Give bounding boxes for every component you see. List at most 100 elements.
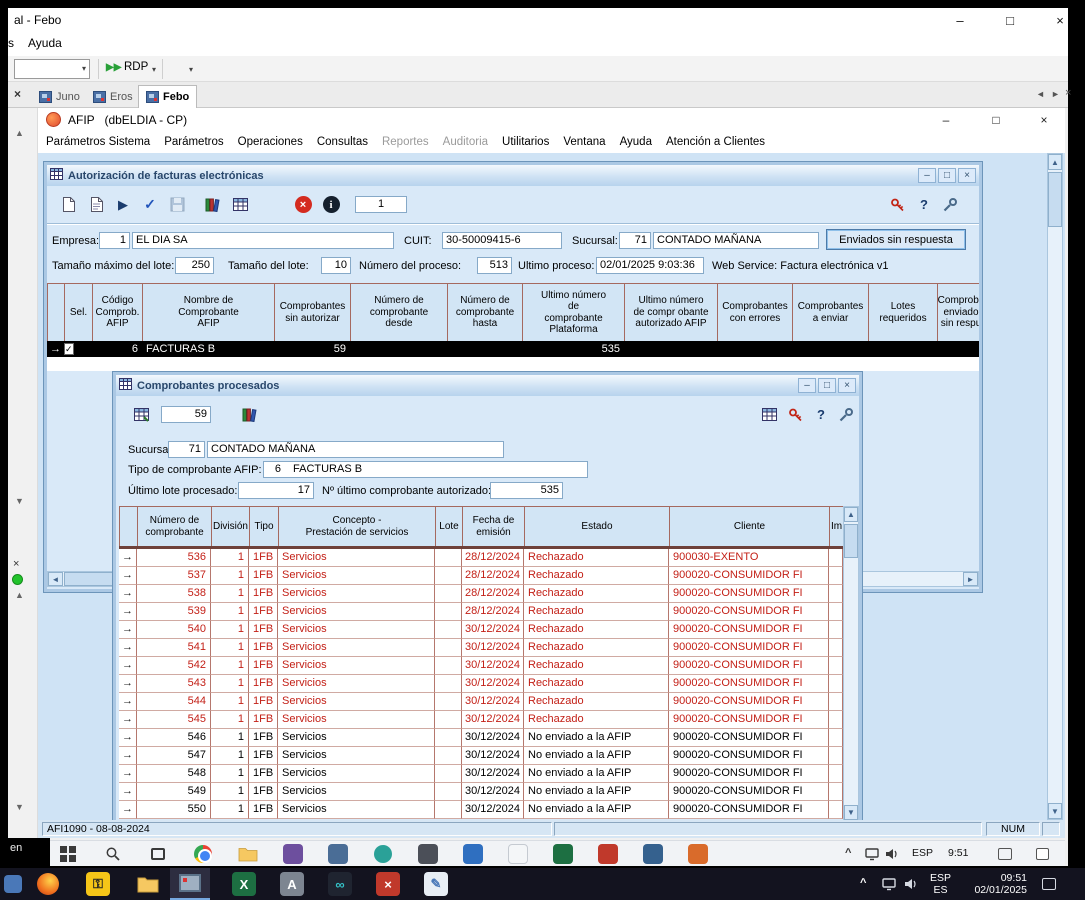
mdi-vertical-scrollbar[interactable]: ▲ ▼ [1047, 153, 1063, 820]
scroll-down-icon[interactable]: ▼ [15, 496, 24, 506]
rdp-button[interactable]: RDP [124, 61, 148, 73]
column-header[interactable]: Lote [436, 507, 463, 547]
menu-utilitarios[interactable]: Utilitarios [502, 136, 549, 148]
ultimo-proceso-field[interactable]: 02/01/2025 9:03:36 [596, 257, 704, 274]
connection-combobox[interactable]: ▾ [14, 59, 90, 79]
panel-close-icon[interactable]: × [13, 558, 19, 570]
remote-language-indicator[interactable]: ESP [912, 847, 933, 859]
tamano-maximo-field[interactable]: 250 [175, 257, 214, 274]
file-explorer-icon[interactable] [238, 844, 258, 864]
tab-eros[interactable]: Eros [86, 85, 140, 108]
ultimo-autorizado-field[interactable]: 535 [490, 482, 563, 499]
table-row[interactable]: → 548 1 1FB Servicios 30/12/2024 No envi… [119, 765, 843, 783]
properties-icon[interactable] [83, 192, 109, 217]
scrollbar-thumb[interactable] [1048, 172, 1062, 227]
firefox-icon[interactable] [36, 872, 60, 896]
start-button[interactable] [58, 844, 78, 864]
tools-icon[interactable] [833, 402, 859, 427]
taskbar-app-icon-green[interactable] [553, 844, 573, 864]
gray-app-icon[interactable]: A [280, 872, 304, 896]
table-row[interactable]: → 539 1 1FB Servicios 28/12/2024 Rechaza… [119, 603, 843, 621]
column-header[interactable]: Comprobantes a enviar [793, 284, 869, 342]
cuit-field[interactable]: 30-50009415-6 [442, 232, 562, 249]
menu-consultas[interactable]: Consultas [317, 136, 368, 148]
tamano-lote-field[interactable]: 10 [321, 257, 351, 274]
scroll-up-icon[interactable]: ▲ [15, 128, 24, 138]
new-document-icon[interactable] [55, 192, 81, 217]
menu-ventana[interactable]: Ventana [563, 136, 605, 148]
menu-parametros-sistema[interactable]: Parámetros Sistema [46, 136, 150, 148]
table-row[interactable]: → 536 1 1FB Servicios 28/12/2024 Rechaza… [119, 549, 843, 567]
scroll-up-icon[interactable]: ▲ [844, 507, 858, 522]
clock-tray[interactable]: 09:5102/01/2025 [955, 872, 1027, 896]
column-header[interactable]: Número de comprobante desde [351, 284, 448, 342]
excel-icon[interactable]: X [232, 872, 256, 896]
scrollbar-thumb[interactable] [844, 524, 858, 558]
column-header[interactable]: Nombre de Comprobante AFIP [143, 284, 275, 342]
records-counter-field[interactable]: 59 [161, 406, 211, 423]
grid-export-icon[interactable] [227, 192, 253, 217]
auth-selected-row[interactable]: → ✓ 6 FACTURAS B 59 535 [47, 341, 982, 357]
books-report-icon[interactable] [236, 402, 262, 427]
scroll-up-icon[interactable]: ▲ [15, 590, 24, 600]
mremoteng-active-tile[interactable] [170, 868, 210, 900]
action-center-icon[interactable] [1032, 844, 1052, 864]
scroll-down-icon[interactable]: ▼ [844, 805, 858, 820]
taskbar-app-icon-dark[interactable] [418, 844, 438, 864]
column-header[interactable]: Número de comprobante [138, 507, 212, 547]
column-header[interactable]: Número de comprobante hasta [448, 284, 523, 342]
globe-dropdown-icon[interactable]: ▾ [189, 65, 193, 74]
host-maximize-button[interactable]: □ [988, 9, 1032, 31]
yellow-app-icon[interactable]: ⚿ [86, 872, 110, 896]
scroll-right-icon[interactable]: ► [963, 572, 978, 586]
close-panel-icon[interactable]: × [14, 87, 21, 101]
host-menu-partial[interactable]: s [8, 36, 14, 50]
minimize-button[interactable]: – [798, 378, 816, 393]
scroll-up-icon[interactable]: ▲ [1048, 154, 1062, 170]
tray-chevron-icon[interactable]: ^ [860, 877, 866, 889]
table-view-icon[interactable] [756, 402, 782, 427]
column-header[interactable]: Sel. [65, 284, 93, 342]
teal-app-icon[interactable]: ∞ [328, 872, 352, 896]
menu-operaciones[interactable]: Operaciones [238, 136, 303, 148]
host-minimize-button[interactable]: – [938, 9, 982, 31]
tab-febo[interactable]: Febo [138, 85, 197, 108]
run-process-icon[interactable]: ▶ [110, 192, 136, 217]
taskbar-app-icon-purple[interactable] [283, 844, 303, 864]
tools-icon[interactable] [937, 192, 963, 217]
taskbar-app-icon-blue[interactable] [463, 844, 483, 864]
search-icon[interactable] [103, 844, 123, 864]
network-icon[interactable] [880, 875, 898, 893]
ultimo-lote-field[interactable]: 17 [238, 482, 314, 499]
speaker-icon[interactable] [882, 844, 902, 864]
minimize-button[interactable]: – [918, 168, 936, 183]
close-button[interactable]: × [958, 168, 976, 183]
confirm-icon[interactable]: ✓ [137, 192, 163, 217]
sucursal-name-field[interactable]: CONTADO MAÑANA [653, 232, 819, 249]
save-icon[interactable] [164, 192, 190, 217]
host-close-button[interactable]: × [1038, 9, 1082, 31]
taskbar-app-icon-steel[interactable] [328, 844, 348, 864]
taskbar-app-icon-orange[interactable] [688, 844, 708, 864]
key-permissions-icon[interactable] [885, 192, 911, 217]
taskbar-app-icon-teal[interactable] [373, 844, 393, 864]
red-app-icon[interactable]: × [376, 872, 400, 896]
remote-clock[interactable]: 9:51 [948, 847, 968, 859]
tab-juno[interactable]: Juno [32, 85, 87, 108]
column-header[interactable]: Ultimo número de comprobante Plataforma [523, 284, 625, 342]
numero-proceso-field[interactable]: 513 [477, 257, 512, 274]
notification-icon[interactable] [1040, 875, 1058, 893]
table-row[interactable]: → 540 1 1FB Servicios 30/12/2024 Rechaza… [119, 621, 843, 639]
row-checkbox[interactable]: ✓ [64, 341, 92, 357]
column-header[interactable]: Comprobantes sin autorizar [275, 284, 351, 342]
tab-scroll-left-icon[interactable]: ◄ [1036, 89, 1045, 99]
maximize-button[interactable]: □ [818, 378, 836, 393]
language-indicator[interactable]: ESPES [930, 872, 951, 896]
taskbar-app-icon-notepad[interactable] [508, 844, 528, 864]
afip-titlebar[interactable]: AFIP (dbELDIA - CP) – □ × [38, 108, 1065, 131]
menu-atencion-clientes[interactable]: Atención a Clientes [666, 136, 765, 148]
books-report-icon[interactable] [199, 192, 225, 217]
help-icon[interactable]: ? [808, 402, 834, 427]
network-icon[interactable] [862, 844, 882, 864]
table-row[interactable]: → 545 1 1FB Servicios 30/12/2024 Rechaza… [119, 711, 843, 729]
